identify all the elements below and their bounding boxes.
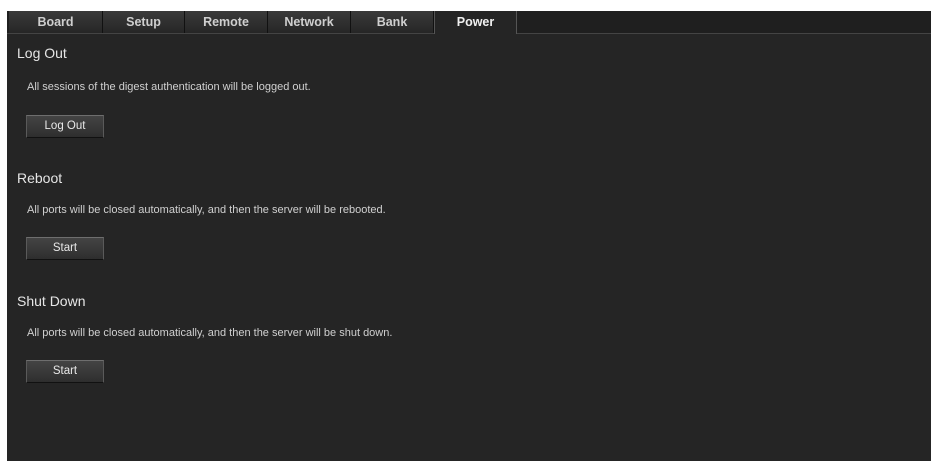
tab-board[interactable]: Board (9, 11, 103, 33)
shutdown-start-button[interactable]: Start (26, 360, 104, 383)
tab-network[interactable]: Network (268, 11, 351, 33)
power-settings-panel: Board Setup Remote Network Bank Power Lo… (7, 11, 931, 461)
shutdown-description: All ports will be closed automatically, … (27, 327, 393, 339)
tab-bar: Board Setup Remote Network Bank Power (7, 11, 931, 34)
tab-power[interactable]: Power (434, 11, 517, 34)
tab-setup[interactable]: Setup (103, 11, 185, 33)
reboot-start-button[interactable]: Start (26, 237, 104, 260)
reboot-section-title: Reboot (17, 170, 63, 186)
tab-bank[interactable]: Bank (351, 11, 434, 33)
logout-button[interactable]: Log Out (26, 115, 104, 138)
logout-description: All sessions of the digest authenticatio… (27, 81, 311, 93)
shutdown-section-title: Shut Down (17, 293, 86, 309)
tab-remote[interactable]: Remote (185, 11, 268, 33)
logout-section-title: Log Out (17, 45, 67, 61)
reboot-description: All ports will be closed automatically, … (27, 204, 386, 216)
